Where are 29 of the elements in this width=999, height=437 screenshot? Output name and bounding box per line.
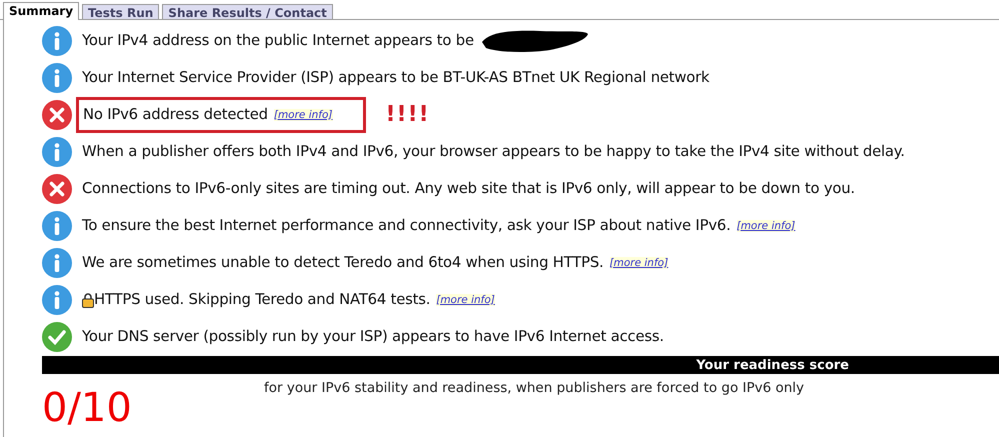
result-text: HTTPS used. Skipping Teredo and NAT64 tests. (94, 291, 430, 308)
tab[interactable]: Tests Run (82, 4, 160, 19)
info-icon (42, 210, 72, 240)
score-value: 0/10 (42, 388, 133, 428)
info-icon (42, 248, 72, 278)
info-icon (42, 26, 72, 56)
more-info-link[interactable]: [more info] (436, 294, 495, 306)
result-text: We are sometimes unable to detect Teredo and 6to4 when using HTTPS. (82, 254, 604, 271)
info-icon (42, 136, 72, 166)
result-text: Your DNS server (possibly run by your ISP) appears to have IPv6 Internet access. (82, 328, 664, 345)
result-text: Your Internet Service Provider (ISP) appears to be BT-UK-AS BTnet UK Regional network (82, 69, 710, 86)
result-text: To ensure the best Internet performance and connectivity, ask your ISP about native IPv6. (82, 217, 731, 234)
score-heading: Your readiness score (42, 356, 999, 374)
tab[interactable]: Summary (3, 2, 80, 20)
more-info-link[interactable]: [more info] (274, 108, 333, 120)
result-text: Your IPv4 address on the public Internet appears to be (82, 32, 474, 49)
result-text: When a publisher offers both IPv4 and IPv6, your browser appears to be happy to take the IPv4 site without delay. (82, 143, 905, 160)
exclamation-note: !!!! (386, 102, 430, 127)
error-icon (42, 174, 72, 204)
error-icon (42, 100, 72, 130)
result-text: Connections to IPv6-only sites are timing out. Any web site that is IPv6 only, will appear to be down to you. (82, 180, 855, 197)
more-info-link[interactable]: [more info] (610, 256, 668, 268)
info-icon (42, 62, 72, 92)
score-caption: for your IPv6 stability and readiness, when publishers are forced to go IPv6 only (264, 380, 804, 396)
check-icon (42, 322, 72, 352)
more-info-link[interactable]: [more info] (736, 220, 796, 232)
result-text: No IPv6 address detected (83, 106, 268, 123)
tab[interactable]: Share Results / Contact (162, 4, 333, 19)
info-icon (42, 284, 72, 314)
